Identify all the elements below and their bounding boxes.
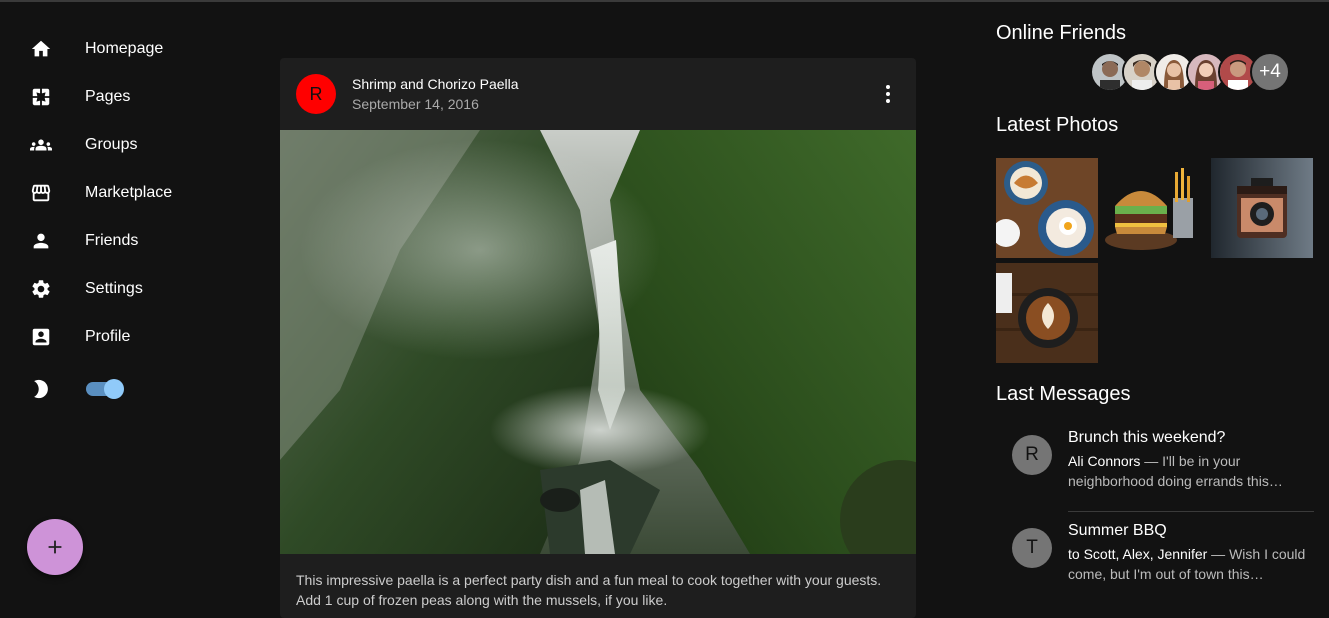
sidebar-item-settings[interactable]: Settings — [0, 265, 240, 313]
photo-coffee[interactable] — [996, 263, 1098, 363]
gear-icon — [30, 278, 52, 300]
sidebar-item-profile[interactable]: Profile — [0, 313, 240, 361]
post-card: R Shrimp and Chorizo Paella September 14… — [280, 58, 916, 618]
avatar: T — [1012, 528, 1052, 568]
message-sender: to Scott, Alex, Jennifer — [1068, 546, 1208, 562]
message-preview: to Scott, Alex, Jennifer — Wish I could … — [1068, 544, 1314, 584]
post-title: Shrimp and Chorizo Paella — [352, 76, 519, 92]
sidebar: Homepage Pages Groups Marketplace Friend… — [0, 25, 240, 417]
add-button[interactable] — [27, 519, 83, 575]
home-icon — [30, 38, 52, 60]
message-title: Brunch this weekend? — [1068, 429, 1226, 446]
moon-icon — [30, 378, 52, 400]
sidebar-item-label: Profile — [85, 328, 131, 345]
account-box-icon — [30, 326, 52, 348]
message-preview: Ali Connors — I'll be in your neighborho… — [1068, 451, 1314, 491]
sidebar-item-marketplace[interactable]: Marketplace — [0, 169, 240, 217]
online-friends-avatars: +4 — [1090, 52, 1290, 92]
groups-icon — [30, 134, 52, 156]
message-sender: Ali Connors — [1068, 453, 1141, 469]
storefront-icon — [30, 182, 52, 204]
avatar: R — [1012, 435, 1052, 475]
more-friends-badge[interactable]: +4 — [1250, 52, 1290, 92]
sidebar-item-label: Friends — [85, 232, 139, 249]
plus-icon — [48, 540, 62, 554]
post-header: R Shrimp and Chorizo Paella September 14… — [280, 58, 916, 130]
sidebar-item-label: Pages — [85, 88, 131, 105]
more-options-button[interactable] — [880, 82, 896, 106]
dark-mode-toggle[interactable] — [86, 379, 124, 399]
sidebar-item-pages[interactable]: Pages — [0, 73, 240, 121]
post-date: September 14, 2016 — [352, 96, 479, 112]
more-vert-icon — [886, 85, 890, 103]
sidebar-item-label: Groups — [85, 136, 138, 153]
theme-row — [0, 361, 240, 417]
sidebar-item-friends[interactable]: Friends — [0, 217, 240, 265]
photo-camera[interactable] — [1211, 158, 1313, 258]
message-title: Summer BBQ — [1068, 522, 1167, 539]
divider — [1068, 511, 1314, 512]
latest-photos-title: Latest Photos — [996, 114, 1119, 136]
sidebar-item-homepage[interactable]: Homepage — [0, 25, 240, 73]
online-friends-title: Online Friends — [996, 22, 1127, 44]
sidebar-item-label: Homepage — [85, 40, 164, 57]
avatar: R — [296, 74, 336, 114]
sidebar-item-label: Settings — [85, 280, 143, 297]
last-messages-title: Last Messages — [996, 383, 1131, 405]
photo-burger[interactable] — [1103, 158, 1205, 258]
sidebar-item-groups[interactable]: Groups — [0, 121, 240, 169]
toggle-knob — [104, 379, 124, 399]
sidebar-item-label: Marketplace — [85, 184, 173, 201]
top-border — [0, 0, 1329, 2]
post-body: This impressive paella is a perfect part… — [296, 572, 882, 608]
person-icon — [30, 230, 52, 252]
post-image-waterfall — [280, 130, 916, 554]
photo-breakfast[interactable] — [996, 158, 1098, 258]
pages-icon — [30, 86, 52, 108]
